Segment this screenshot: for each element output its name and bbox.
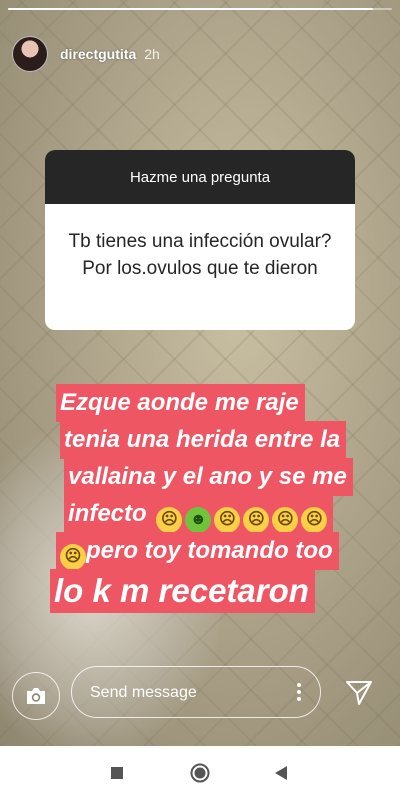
- recents-button[interactable]: [92, 746, 142, 800]
- story-caption: Ezque aonde me raje tenia una herida ent…: [50, 384, 353, 613]
- caption-line-5: ☹ pero toy tomando too: [56, 532, 339, 570]
- send-message-input[interactable]: [88, 667, 282, 719]
- caption-line-5-text: pero toy tomando too: [86, 537, 333, 564]
- camera-button[interactable]: [12, 672, 60, 720]
- story-header: directgutita 2h: [12, 36, 160, 72]
- more-options-button[interactable]: [296, 683, 302, 703]
- dot-icon: [297, 690, 301, 694]
- home-circle-icon: [190, 763, 210, 783]
- caption-line-3: vallaina y el ano y se me: [64, 458, 353, 496]
- camera-icon: [27, 688, 45, 704]
- story-background[interactable]: directgutita 2h Hazme una pregunta Tb ti…: [0, 0, 400, 746]
- story-progress-bar: [8, 8, 392, 10]
- reply-bar: [0, 660, 400, 730]
- send-icon: [346, 681, 372, 705]
- home-button[interactable]: [175, 746, 225, 800]
- question-sticker: Hazme una pregunta Tb tienes una infecci…: [45, 150, 355, 330]
- android-nav-bar: [0, 746, 400, 800]
- caption-line-1: Ezque aonde me raje: [56, 384, 305, 422]
- avatar[interactable]: [12, 36, 48, 72]
- confused-face-icon: ☹: [243, 507, 270, 533]
- frog-face-icon: ☻: [185, 507, 212, 533]
- confused-face-icon: ☹: [156, 507, 183, 533]
- username[interactable]: directgutita: [60, 46, 136, 62]
- question-text: Tb tienes una infección ovular? Por los.…: [68, 231, 332, 279]
- dot-icon: [297, 697, 301, 701]
- back-button[interactable]: [256, 746, 306, 800]
- confused-face-icon: ☹: [301, 507, 328, 533]
- recents-square-icon: [111, 767, 123, 779]
- dot-icon: [297, 683, 301, 687]
- confused-face-icon: ☹: [60, 544, 86, 570]
- caption-line-2: tenia una herida entre la: [60, 421, 347, 459]
- caption-line-4-text: infecto: [68, 500, 147, 527]
- question-sticker-header: Hazme una pregunta: [45, 150, 355, 204]
- send-button[interactable]: [344, 678, 374, 708]
- confused-face-icon: ☹: [214, 507, 241, 533]
- story-progress-fill: [8, 8, 373, 10]
- confused-face-icon: ☹: [272, 507, 299, 533]
- caption-line-6: lo k m recetaron: [50, 569, 315, 613]
- story-timestamp: 2h: [144, 46, 160, 62]
- caption-line-4: infecto ☹ ☻ ☹ ☹ ☹ ☹: [64, 495, 334, 533]
- message-field[interactable]: [71, 666, 321, 719]
- back-triangle-icon: [275, 766, 287, 780]
